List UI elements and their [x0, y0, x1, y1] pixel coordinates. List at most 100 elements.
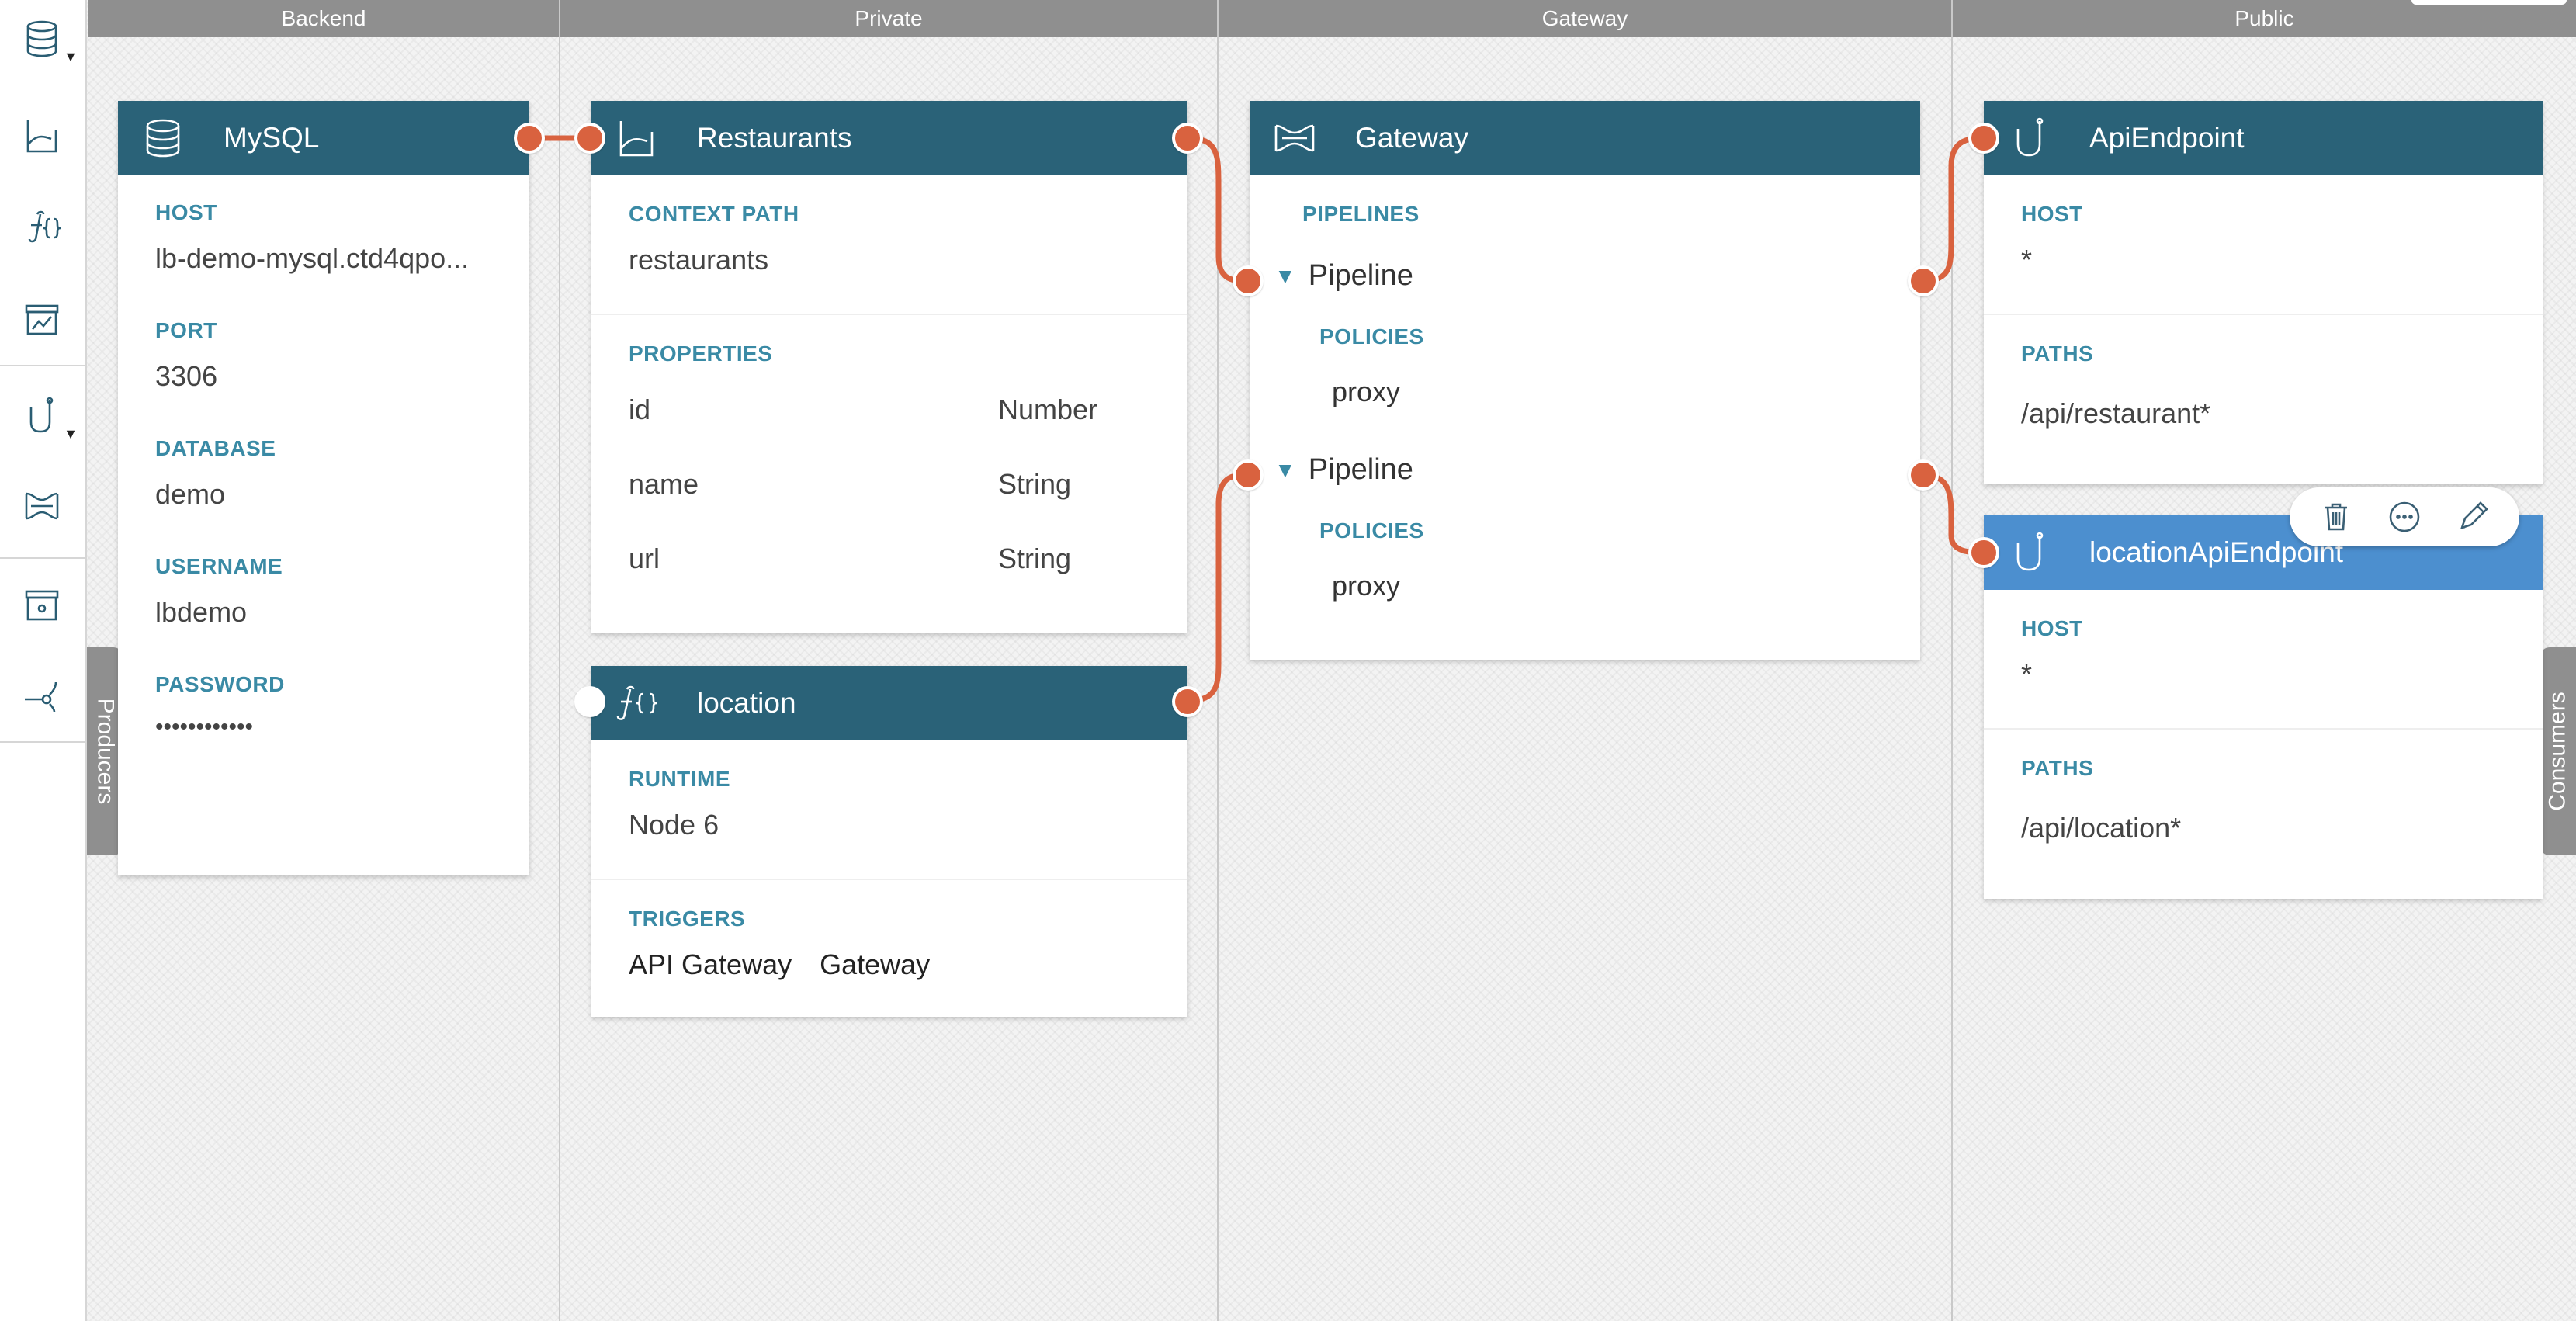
runtime-value: Node 6: [629, 809, 719, 841]
more-horizontal-icon: [2389, 501, 2420, 532]
more-options-button[interactable]: [2386, 498, 2423, 536]
context-path-value: restaurants: [629, 244, 769, 276]
lane-header-public: Public: [1953, 0, 2576, 37]
paths-label: PATHS: [2021, 756, 2094, 780]
context-path-label: CONTEXT PATH: [629, 202, 799, 226]
field-label: PASSWORD: [155, 672, 285, 696]
field-label: PORT: [155, 318, 217, 342]
top-right-panel-edge: [2411, 0, 2567, 5]
toolbar-model[interactable]: [11, 105, 73, 167]
pipeline-name: Pipeline: [1308, 259, 1413, 292]
api-endpoint-icon: [2006, 529, 2052, 576]
card-title: ApiEndpoint: [2089, 122, 2245, 154]
policies-label: POLICIES: [1319, 518, 1424, 543]
trigger-item[interactable]: Gateway: [820, 948, 930, 980]
paths-label: PATHS: [2021, 342, 2094, 366]
field-label: HOST: [155, 200, 217, 224]
location-api-endpoint-card[interactable]: locationApiEndpoint HOST * PATHS /api/lo…: [1984, 515, 2543, 899]
toolbar-function[interactable]: [11, 196, 73, 258]
delete-button[interactable]: [2318, 498, 2355, 536]
function-icon: [28, 210, 61, 243]
api-endpoint-input-port[interactable]: [1968, 123, 1999, 154]
mysql-output-port[interactable]: [514, 123, 545, 154]
property-type: String: [998, 543, 1072, 574]
card-title: location: [697, 687, 796, 719]
field-value: demo: [155, 478, 226, 510]
card-title: Restaurants: [697, 122, 852, 154]
database-icon: [140, 115, 186, 161]
property-type: Number: [998, 394, 1098, 425]
property-row[interactable]: id Number: [629, 373, 1150, 447]
location-input-port[interactable]: [574, 686, 605, 717]
restaurants-output-port[interactable]: [1172, 123, 1203, 154]
gateway-icon: [25, 492, 59, 520]
lane-header-backend: Backend: [88, 0, 559, 37]
pipeline-1-input-port[interactable]: [1233, 265, 1264, 296]
database-icon: [26, 20, 57, 57]
location-output-port[interactable]: [1172, 686, 1203, 717]
pencil-icon: [2460, 501, 2488, 530]
property-row[interactable]: name String: [629, 447, 1150, 522]
trash-icon: [2325, 503, 2347, 531]
pipeline-2-input-port[interactable]: [1233, 459, 1264, 491]
host-value: *: [2021, 658, 2033, 690]
paths-value: /api/restaurant*: [2021, 397, 2211, 429]
restaurants-card-header[interactable]: Restaurants: [591, 101, 1187, 175]
toolbar-api-endpoint[interactable]: ▼: [11, 385, 78, 447]
lane-header-private: Private: [560, 0, 1217, 37]
host-label: HOST: [2021, 616, 2083, 640]
storage-box-icon: [25, 590, 59, 621]
function-icon: [613, 680, 660, 726]
paths-value: /api/location*: [2021, 812, 2182, 844]
consumers-tab[interactable]: Consumers: [2540, 647, 2576, 855]
gateway-card[interactable]: Gateway PIPELINES ▼ Pipeline POLICIES pro…: [1250, 101, 1920, 660]
trigger-item[interactable]: API Gateway: [629, 948, 792, 980]
api-endpoint-card-header[interactable]: ApiEndpoint: [1984, 101, 2543, 175]
card-title: MySQL: [224, 122, 320, 154]
chevron-down-icon[interactable]: ▼: [1274, 264, 1296, 289]
gateway-card-header[interactable]: Gateway: [1250, 101, 1920, 175]
field-value: lb-demo-mysql.ctd4qpo...: [155, 242, 470, 274]
toolbar-database[interactable]: ▼: [11, 8, 78, 70]
chevron-down-icon[interactable]: ▼: [64, 49, 78, 65]
field-label: USERNAME: [155, 554, 283, 578]
component-toolbar: ▼ ▼: [0, 0, 87, 1321]
edit-button[interactable]: [2454, 498, 2491, 536]
password-value: ••••••••••••: [155, 714, 254, 740]
toolbar-connector[interactable]: [11, 664, 73, 726]
chart-box-icon: [25, 304, 59, 335]
gateway-icon: [1271, 115, 1318, 161]
toolbar-storage-box[interactable]: [11, 574, 73, 636]
card-title: Gateway: [1355, 122, 1469, 154]
property-type: String: [998, 468, 1072, 500]
model-icon: [613, 115, 660, 161]
lane-header-gateway: Gateway: [1219, 0, 1951, 37]
property-name: url: [629, 543, 660, 574]
toolbar-chart-box[interactable]: [11, 289, 73, 351]
field-label: DATABASE: [155, 436, 276, 460]
restaurants-input-port[interactable]: [574, 123, 605, 154]
api-endpoint-card[interactable]: ApiEndpoint HOST * PATHS /api/restaurant…: [1984, 101, 2543, 484]
properties-label: PROPERTIES: [629, 342, 773, 366]
property-row[interactable]: url String: [629, 522, 1150, 596]
toolbar-gateway[interactable]: [11, 475, 73, 537]
location-function-card[interactable]: location RUNTIME Node 6 TRIGGERS API Gat…: [591, 666, 1187, 1017]
location-api-endpoint-input-port[interactable]: [1968, 537, 1999, 568]
pipeline-2-output-port[interactable]: [1908, 459, 1939, 491]
chevron-down-icon[interactable]: ▼: [64, 426, 78, 442]
runtime-label: RUNTIME: [629, 767, 731, 791]
restaurants-model-card[interactable]: Restaurants CONTEXT PATH restaurants PRO…: [591, 101, 1187, 633]
policy-item[interactable]: proxy: [1332, 376, 1400, 408]
property-name: id: [629, 394, 651, 425]
mysql-card-header[interactable]: MySQL: [118, 101, 529, 175]
pipeline-1-output-port[interactable]: [1908, 265, 1939, 296]
policies-label: POLICIES: [1319, 324, 1424, 348]
mysql-card[interactable]: MySQL HOST lb-demo-mysql.ctd4qpo... PORT…: [118, 101, 529, 875]
card-actions-bar: [2290, 487, 2519, 546]
pipeline-item[interactable]: ▼ Pipeline: [1274, 453, 1413, 487]
chevron-down-icon[interactable]: ▼: [1274, 458, 1296, 483]
policy-item[interactable]: proxy: [1332, 570, 1400, 602]
host-value: *: [2021, 244, 2033, 276]
location-card-header[interactable]: location: [591, 666, 1187, 740]
pipeline-item[interactable]: ▼ Pipeline: [1274, 259, 1413, 293]
